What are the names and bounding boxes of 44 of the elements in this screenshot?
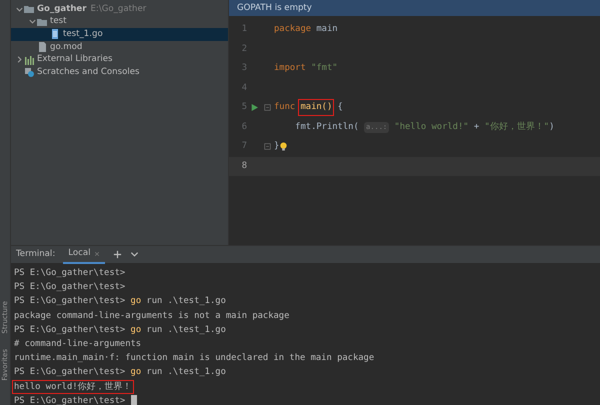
tree-item[interactable]: test_1.go bbox=[11, 28, 228, 41]
close-icon bbox=[94, 250, 100, 256]
code-line: 7 } bbox=[229, 137, 600, 156]
run-icon[interactable] bbox=[251, 104, 258, 112]
folder-icon bbox=[24, 4, 34, 14]
chevron-icon bbox=[15, 55, 24, 64]
notification-banner: GOPATH is empty bbox=[229, 0, 600, 16]
line-number: 6 bbox=[240, 120, 247, 134]
highlighted-code: main() bbox=[300, 101, 332, 114]
terminal-tab[interactable]: Local bbox=[63, 245, 104, 264]
terminal-line: PS E:\Go_gather\test> bbox=[14, 396, 126, 405]
line-number: 8 bbox=[240, 160, 247, 173]
line-number: 4 bbox=[240, 82, 247, 95]
line-number: 2 bbox=[240, 42, 247, 56]
terminal-line: PS E:\Go_gather\test> go run .\test_1.go bbox=[14, 367, 226, 378]
tree-item[interactable]: go.mod bbox=[11, 40, 228, 54]
chevron-down-icon bbox=[130, 250, 138, 259]
terminal-line: PS E:\Go_gather\test> go run .\test_1.go bbox=[14, 296, 226, 306]
library-icon bbox=[24, 54, 34, 65]
folder-icon bbox=[37, 16, 47, 27]
tree-item[interactable]: Go_gather E:\Go_gather bbox=[11, 3, 228, 16]
tree-item[interactable]: test bbox=[11, 16, 228, 28]
terminal-label: Terminal: bbox=[16, 248, 56, 261]
tree-item[interactable]: External Libraries bbox=[11, 53, 228, 66]
terminal-line: PS E:\Go_gather\test> bbox=[14, 268, 126, 278]
terminal-line: package command-line-arguments is not a main package bbox=[14, 310, 290, 321]
code-line: 1 package main bbox=[229, 20, 600, 40]
terminal-line: PS E:\Go_gather\test> bbox=[14, 282, 126, 292]
terminal-line: hello world!你好，世界！ bbox=[14, 382, 132, 392]
line-number: 1 bbox=[240, 23, 247, 36]
file-icon bbox=[37, 42, 47, 52]
line-number: 5 bbox=[240, 101, 247, 114]
code-line: 5 func main() { bbox=[229, 98, 600, 118]
path-label: E:\Go_gather bbox=[90, 2, 146, 16]
terminal-line: PS E:\Go_gather\test> go run .\test_1.go bbox=[14, 324, 226, 335]
plus-icon bbox=[112, 250, 122, 259]
line-number: 3 bbox=[240, 62, 247, 76]
terminal-line: runtime.main_main·f: function main is undeclared in the main package bbox=[14, 353, 374, 364]
tree-item[interactable]: Scratches and Consoles bbox=[11, 66, 228, 79]
terminal-line: # command-line-arguments bbox=[14, 338, 142, 349]
scratch-icon bbox=[24, 67, 34, 78]
line-number: 7 bbox=[240, 140, 247, 154]
file-icon bbox=[50, 29, 60, 40]
code-line: 3 import "fmt" bbox=[229, 59, 600, 78]
